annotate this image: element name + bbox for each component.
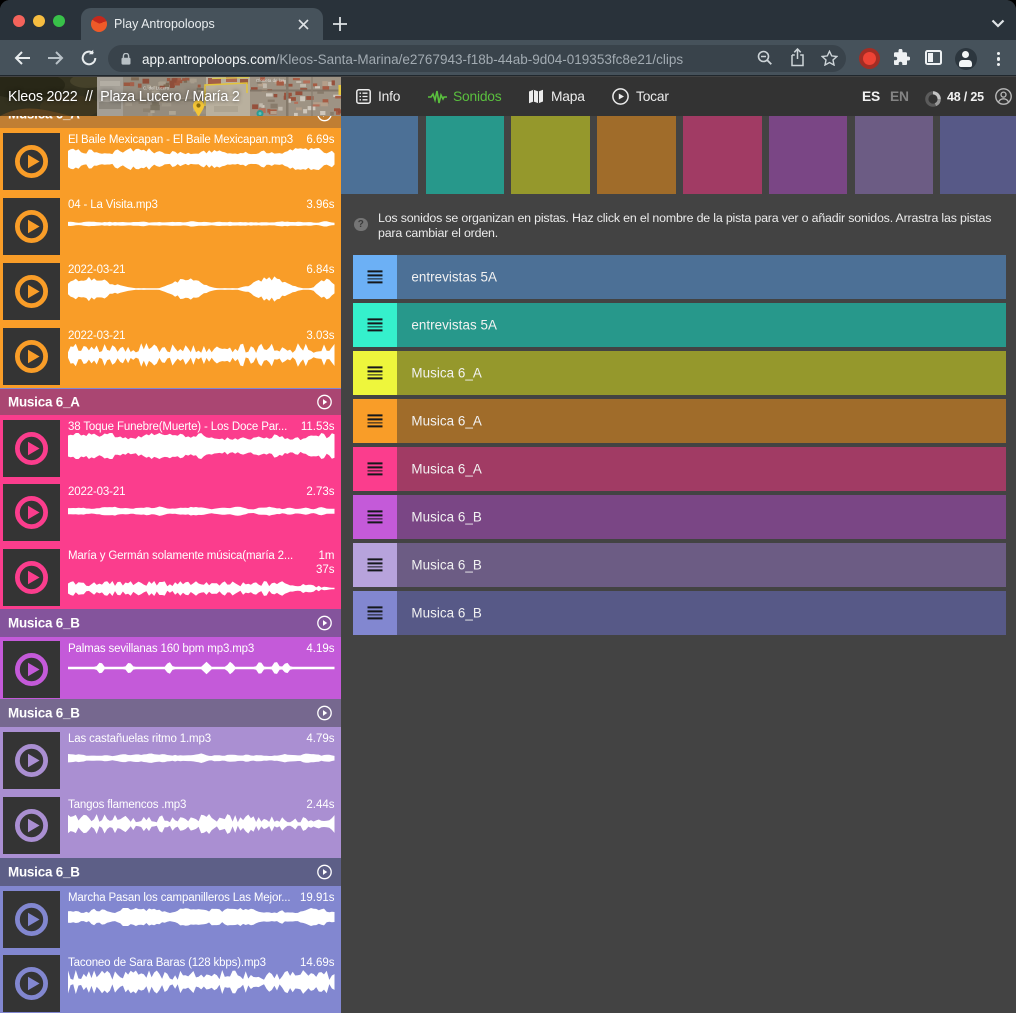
svg-text:Glorieta de los: Glorieta de los (256, 78, 285, 83)
